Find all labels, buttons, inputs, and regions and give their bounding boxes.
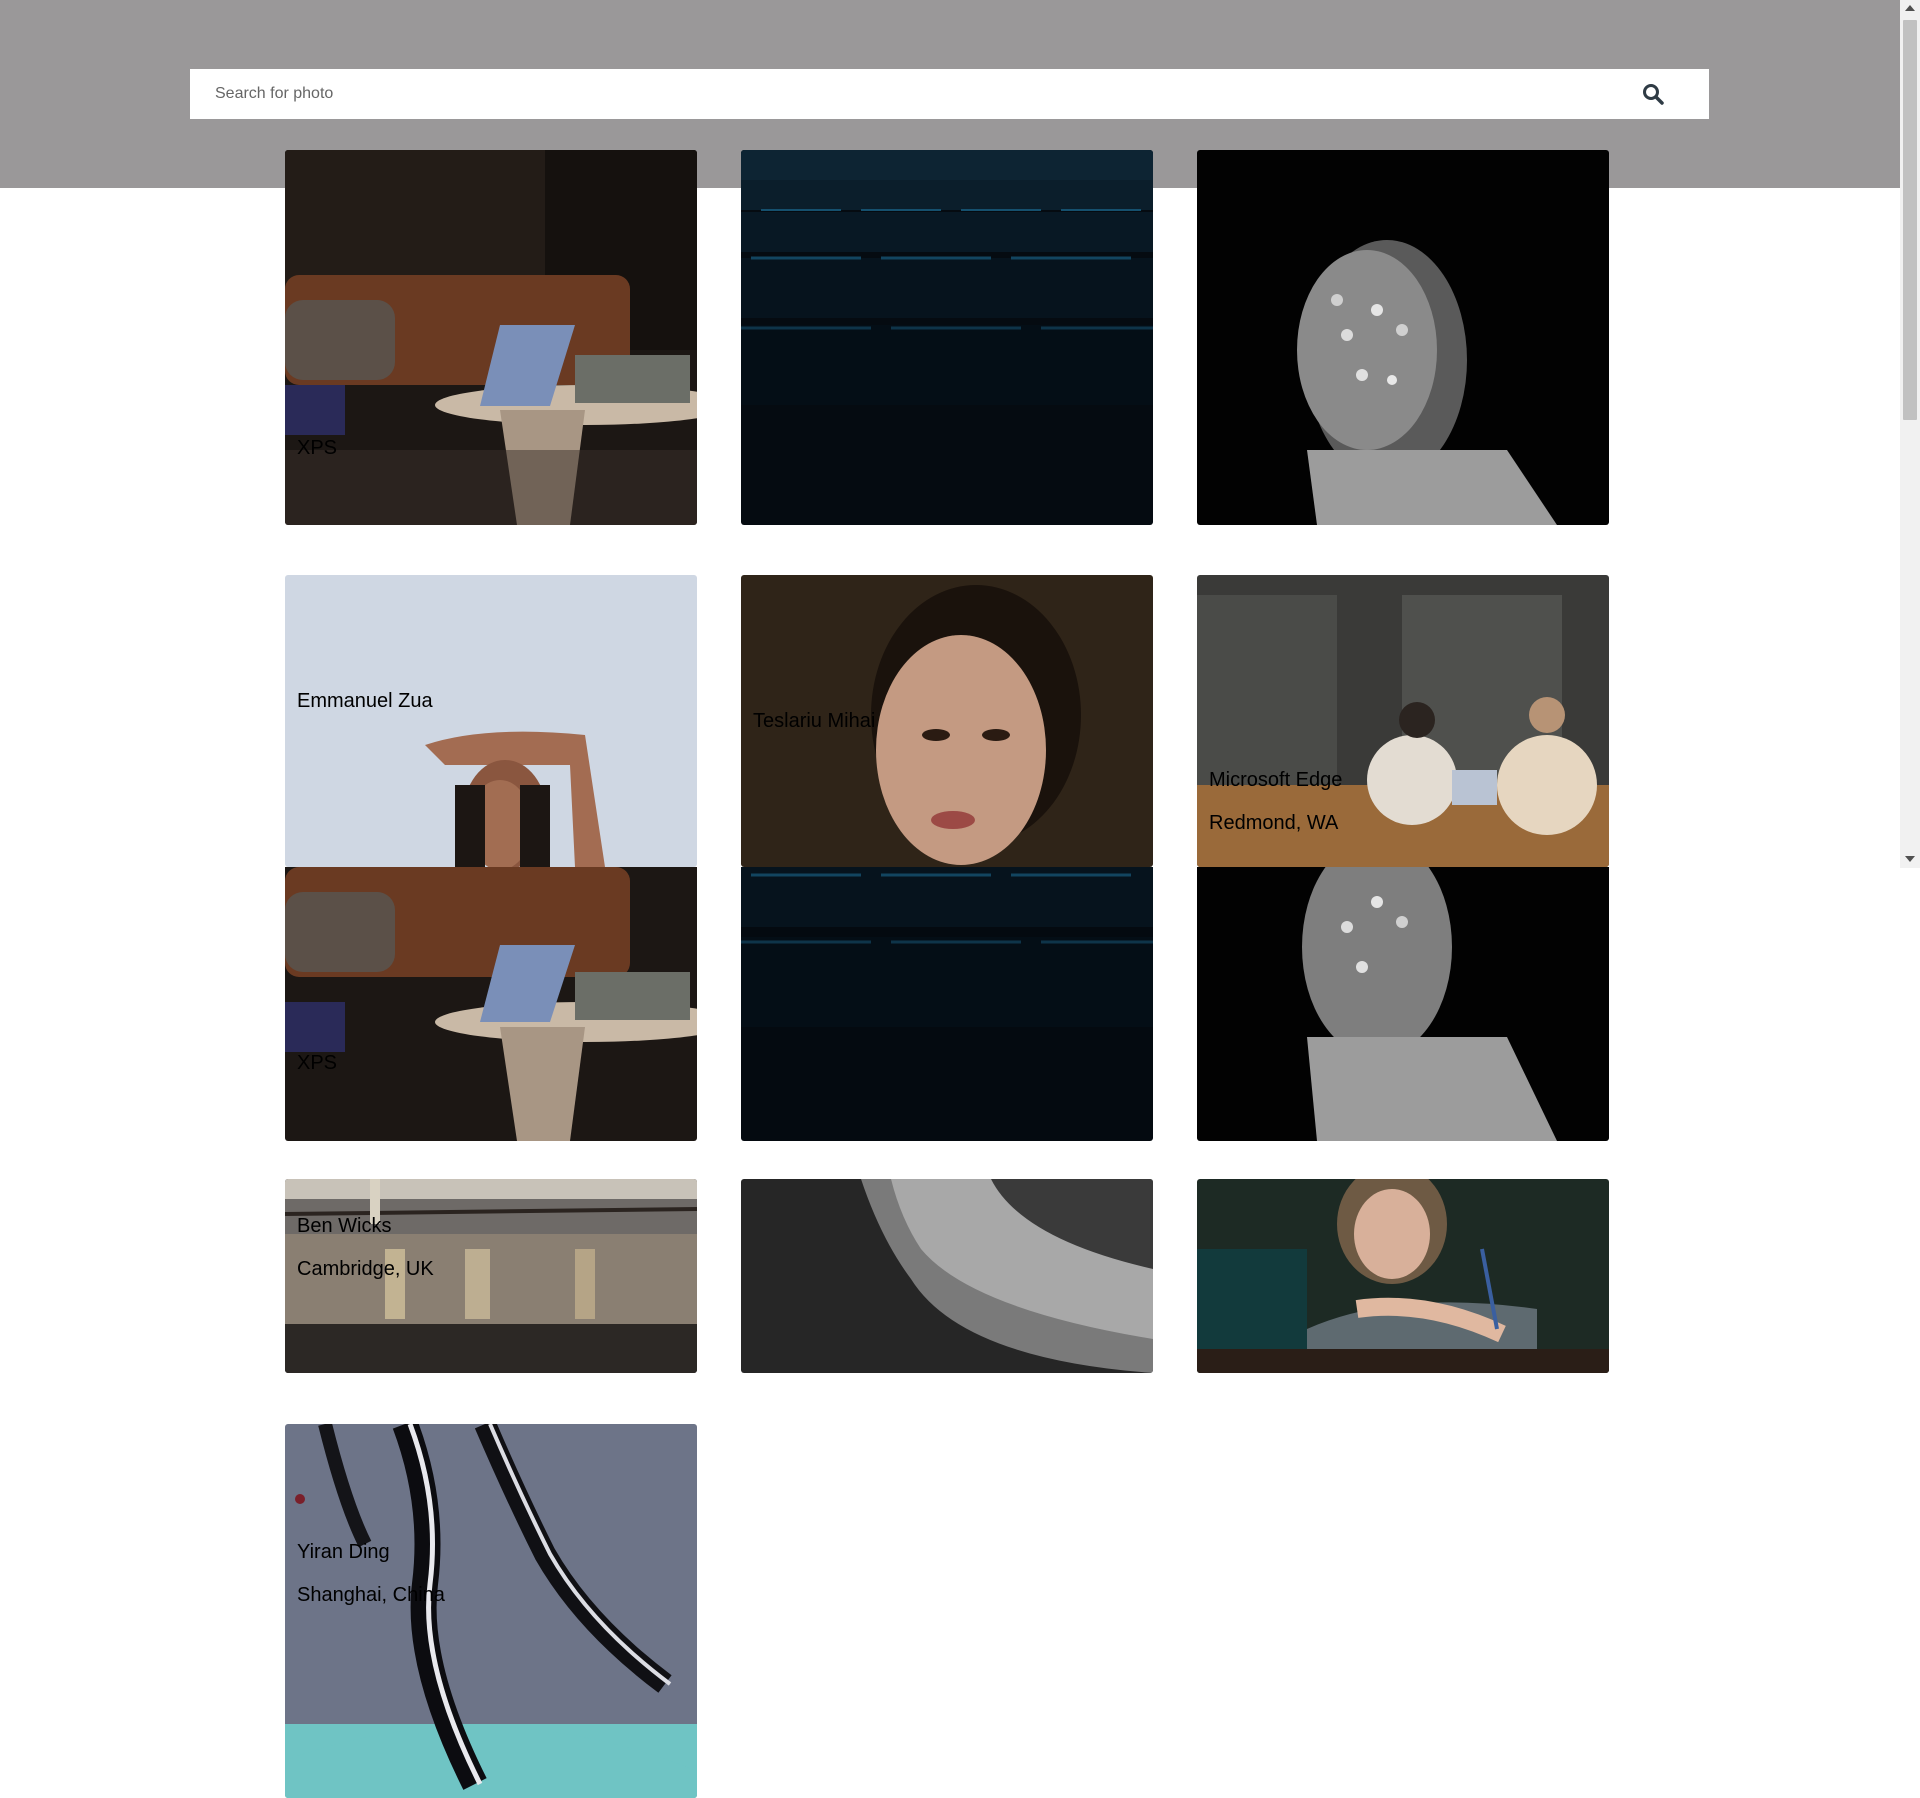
photo-caption: Emmanuel Zua [297, 690, 433, 712]
photo-card[interactable] [741, 867, 1153, 1141]
scrollbar[interactable] [1900, 0, 1920, 868]
photo-card[interactable]: XPS [285, 150, 697, 525]
photo-card[interactable]: Microsoft Edge Redmond, WA [1197, 575, 1609, 867]
photo-card[interactable] [1197, 1179, 1609, 1373]
photo-card[interactable] [741, 1179, 1153, 1373]
photo-aerial-river [285, 1424, 697, 1798]
photo-laptop-livingroom [285, 150, 697, 525]
photo-caption-location: Cambridge, UK [297, 1258, 434, 1280]
search-input[interactable] [190, 69, 1630, 119]
photo-card[interactable]: Emmanuel Zua [285, 575, 697, 867]
photo-card[interactable]: Ben Wicks Cambridge, UK [285, 1179, 697, 1373]
photo-caption: Microsoft Edge [1209, 769, 1343, 791]
search-bar [190, 69, 1709, 119]
photo-card[interactable]: XPS [285, 867, 697, 1141]
photo-bw-profile [741, 1179, 1153, 1373]
photo-woman-arm-raised [285, 575, 697, 867]
photo-caption-location: Redmond, WA [1209, 812, 1339, 834]
photo-card[interactable]: Teslariu Mihai [741, 575, 1153, 867]
search-icon[interactable] [1641, 82, 1665, 106]
photo-caption-location: Shanghai, China [297, 1584, 445, 1606]
photo-studded-face [1197, 867, 1609, 1141]
photo-studded-face [1197, 150, 1609, 525]
photo-caption: XPS [297, 437, 338, 459]
photo-caption: Ben Wicks [297, 1215, 392, 1237]
photo-caption: Yiran Ding [297, 1541, 390, 1563]
scrollbar-thumb[interactable] [1903, 20, 1917, 420]
photo-caption: Teslariu Mihai [753, 710, 876, 732]
photo-card[interactable]: Yiran Ding Shanghai, China [285, 1424, 697, 1798]
photo-cinema-seats [741, 867, 1153, 1141]
photo-card[interactable] [1197, 867, 1609, 1141]
photo-card[interactable] [1197, 150, 1609, 525]
scroll-down-icon[interactable] [1905, 856, 1915, 862]
scroll-up-icon[interactable] [1905, 5, 1915, 11]
photo-cinema-seats [741, 150, 1153, 525]
photo-woman-with-pencil [1197, 1179, 1609, 1373]
photo-card[interactable] [741, 150, 1153, 525]
photo-laptop-livingroom [285, 867, 697, 1141]
photo-caption: XPS [297, 1052, 338, 1074]
